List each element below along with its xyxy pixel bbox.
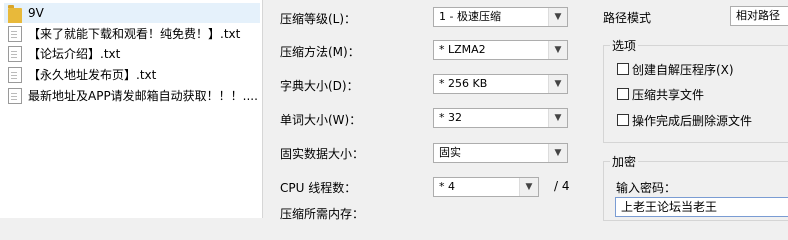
dictionary-size-select[interactable]: * 256 KB ▼ [433,74,568,94]
cpu-threads-max: / 4 [554,179,570,193]
solid-block-size-label: 固实数据大小： [280,147,365,161]
chevron-down-icon[interactable]: ▼ [548,144,567,162]
compression-method-select[interactable]: * LZMA2 ▼ [433,40,568,60]
cpu-threads-label: CPU 线程数： [280,181,357,195]
cpu-threads-select[interactable]: * 4 ▼ [433,177,539,197]
solid-block-size-value: 固实 [439,146,461,159]
file-name: 【永久地址发布页】.txt [28,68,157,82]
file-list[interactable]: 9V 【来了就能下载和观看！纯免费！】.txt 【论坛介绍】.txt 【永久地址… [0,0,263,218]
solid-block-size-select[interactable]: 固实 ▼ [433,143,568,163]
checkbox[interactable] [617,114,629,126]
word-size-label: 单词大小(W)： [280,113,362,127]
path-mode-select[interactable]: 相对路径 [730,6,788,26]
word-size-select[interactable]: * 32 ▼ [433,108,568,128]
compression-level-select[interactable]: 1 - 极速压缩 ▼ [433,7,568,27]
compression-method-label: 压缩方法(M)： [280,45,360,59]
list-item[interactable]: 9V [4,3,260,23]
compression-method-value: * LZMA2 [439,43,486,56]
text-file-icon [8,26,22,42]
options-group-title: 选项 [610,37,639,54]
text-file-icon [8,88,22,104]
file-name: 最新地址及APP请发邮箱自动获取！！！.... [28,89,258,103]
list-item[interactable]: 【永久地址发布页】.txt [4,65,260,85]
text-file-icon [8,46,22,62]
chevron-down-icon[interactable]: ▼ [548,109,567,127]
memory-usage-label: 压缩所需内存： [280,207,365,221]
list-item[interactable]: 【论坛介绍】.txt [4,44,260,64]
list-item[interactable]: 最新地址及APP请发邮箱自动获取！！！.... [4,86,260,106]
file-name: 【来了就能下载和观看！纯免费！】.txt [28,27,241,41]
path-mode-value: 相对路径 [736,9,780,22]
delete-after-label: 操作完成后删除源文件 [632,114,753,128]
chevron-down-icon[interactable]: ▼ [548,8,567,26]
cpu-threads-value: * 4 [439,180,455,193]
text-file-icon [8,67,22,83]
dictionary-size-label: 字典大小(D)： [280,79,359,93]
chevron-down-icon[interactable]: ▼ [548,75,567,93]
folder-icon [8,5,22,23]
dictionary-size-value: * 256 KB [439,77,488,90]
file-name: 9V [28,6,44,20]
chevron-down-icon[interactable]: ▼ [548,41,567,59]
compress-shared-files-label: 压缩共享文件 [632,88,705,102]
password-label: 输入密码： [616,181,677,195]
create-sfx-label: 创建自解压程序(X) [632,63,734,77]
compression-level-label: 压缩等级(L)： [280,12,357,26]
encryption-group-title: 加密 [610,153,639,170]
word-size-value: * 32 [439,111,462,124]
checkbox[interactable] [617,88,629,100]
compression-level-value: 1 - 极速压缩 [439,10,501,23]
chevron-down-icon[interactable]: ▼ [519,178,538,196]
path-mode-label: 路径模式 [603,11,652,25]
list-item[interactable]: 【来了就能下载和观看！纯免费！】.txt [4,24,260,44]
file-name: 【论坛介绍】.txt [28,47,121,61]
checkbox[interactable] [617,63,629,75]
password-input[interactable]: 上老王论坛当老王 [615,197,788,217]
